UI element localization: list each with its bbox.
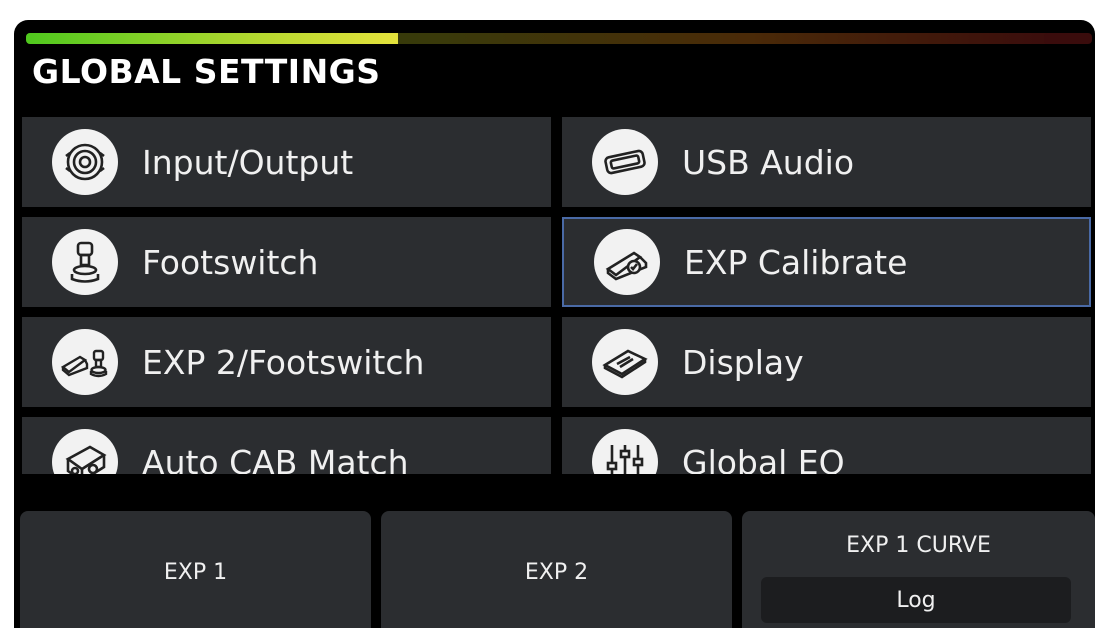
exp1-curve-knob[interactable]: EXP 1 CURVE Log <box>742 511 1095 628</box>
menu-item-label: EXP Calibrate <box>684 242 908 282</box>
menu-item-global-eq[interactable]: Global EQ <box>562 417 1091 474</box>
level-meter <box>26 33 1058 44</box>
menu-item-exp-calibrate[interactable]: EXP Calibrate <box>562 217 1091 307</box>
expression-pedal-check-icon <box>594 229 660 295</box>
settings-menu: Input/Output USB Audio Footswitch EXP Ca… <box>22 117 1095 474</box>
menu-item-display[interactable]: Display <box>562 317 1091 407</box>
pedal-footswitch-icon <box>52 329 118 395</box>
exp2-label: EXP 2 <box>524 560 589 585</box>
menu-item-label: Display <box>682 342 804 382</box>
menu-item-label: EXP 2/Footswitch <box>142 342 425 382</box>
exp1-curve-title: EXP 1 CURVE <box>846 533 991 558</box>
level-meter-peak <box>1044 33 1092 44</box>
exp1-label: EXP 1 <box>163 560 228 585</box>
menu-item-exp2-footswitch[interactable]: EXP 2/Footswitch <box>22 317 551 407</box>
exp1-button[interactable]: EXP 1 <box>20 511 371 628</box>
device-screen: GLOBAL SETTINGS Input/Output USB Audio F… <box>14 20 1095 628</box>
menu-item-label: Auto CAB Match <box>142 442 409 475</box>
menu-item-label: Input/Output <box>142 142 354 182</box>
menu-item-auto-cab-match[interactable]: Auto CAB Match <box>22 417 551 474</box>
eq-sliders-icon <box>592 429 658 474</box>
page-title: GLOBAL SETTINGS <box>32 52 381 91</box>
exp1-curve-value: Log <box>761 577 1071 623</box>
menu-item-label: USB Audio <box>682 142 855 182</box>
jack-icon <box>52 129 118 195</box>
usb-port-icon <box>592 129 658 195</box>
level-meter-fill <box>26 33 398 44</box>
footswitch-icon <box>52 229 118 295</box>
menu-item-label: Footswitch <box>142 242 319 282</box>
exp2-button[interactable]: EXP 2 <box>381 511 732 628</box>
cabinet-icon <box>52 429 118 474</box>
display-icon <box>592 329 658 395</box>
menu-item-usb-audio[interactable]: USB Audio <box>562 117 1091 207</box>
menu-item-input-output[interactable]: Input/Output <box>22 117 551 207</box>
menu-item-label: Global EQ <box>682 442 845 475</box>
menu-item-footswitch[interactable]: Footswitch <box>22 217 551 307</box>
